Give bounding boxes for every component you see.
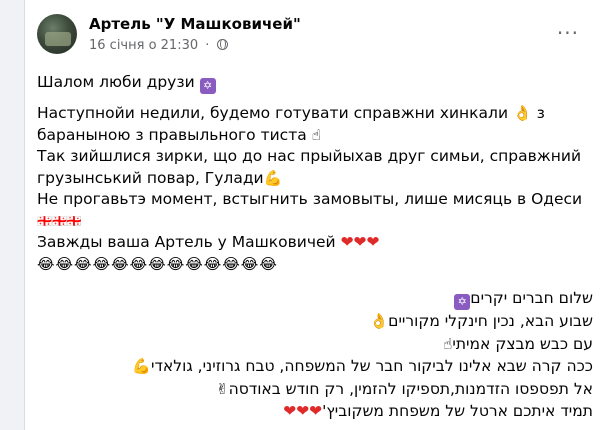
avatar[interactable] — [37, 14, 77, 54]
meta-separator: · — [205, 38, 210, 53]
georgia-flags-icon: 🇬🇪🇬🇪🇬🇪 — [37, 213, 82, 228]
timestamp[interactable]: 16 січня о 21:30 — [89, 38, 198, 53]
text-line: שבוע הבא, נכין חינקלי מקוריים👌 — [369, 312, 593, 330]
more-options-button[interactable]: ··· — [557, 23, 579, 43]
ok-hand-icon: 👌 — [512, 104, 532, 122]
post-header: Артель "У Машковичей" 16 січня о 21:30 ·… — [37, 14, 597, 64]
text-line: שלום חברים יקרים✡ — [37, 287, 593, 310]
laughing-emoji-row: 😂😂😂😂😂😂😂😂😂😂😂😂😂 — [37, 254, 278, 273]
text-line: бараныною з правыльного тиста ☝ — [37, 125, 321, 144]
text-line: ככה קרה שבא אלינו לביקור חבר של המשפחה, … — [132, 357, 593, 375]
ok-hand-icon: 👌 — [369, 312, 389, 330]
text-line: Наступнойи недили, будемо готувати справ… — [37, 104, 545, 122]
post-card: Артель "У Машковичей" 16 січня о 21:30 ·… — [24, 0, 610, 430]
star-of-david-icon: ✡ — [199, 78, 216, 94]
text-line: Так зийшлися зирки, що до нас прыйыхав д… — [37, 147, 582, 165]
victory-hand-icon: ✌ — [215, 379, 229, 398]
post-text-hebrew: שלום חברים יקרים✡ שבוע הבא, נכין חינקלי … — [37, 287, 593, 423]
flexed-biceps-icon: 💪 — [263, 168, 283, 187]
star-of-david-icon: ✡ — [454, 294, 471, 310]
post-text-ukrainian: Шалом люби друзи ✡ Наступнойи недили, бу… — [37, 72, 583, 275]
globe-icon[interactable] — [216, 39, 228, 50]
text-line: Завжды ваша Артель у Машковичей ❤❤❤ — [37, 233, 380, 251]
flexed-biceps-icon: 💪 — [132, 357, 151, 375]
heart-icon: ❤❤❤ — [283, 402, 323, 420]
greeting-line: Шалом люби друзи ✡ — [37, 72, 583, 94]
post-meta: 16 січня о 21:30 · — [89, 38, 228, 53]
pointing-up-icon: ☝ — [311, 125, 321, 144]
text-line: תמיד איתכם ארטל של משפחת משקוביץ'❤❤❤ — [283, 402, 593, 420]
text-line: Не прогавьтэ момент, встыгнить замовыты,… — [37, 190, 583, 208]
author-name[interactable]: Артель "У Машковичей" — [89, 15, 301, 33]
heart-icon: ❤❤❤ — [340, 233, 380, 251]
text-line: אל תפספסו הזדמנות,תספיקו להזמין, רק חודש… — [215, 379, 593, 398]
text-line: грузынський повар, Гулади💪 — [37, 168, 283, 187]
text-line: עם כבש מבצק אמיתי☝ — [443, 334, 593, 353]
